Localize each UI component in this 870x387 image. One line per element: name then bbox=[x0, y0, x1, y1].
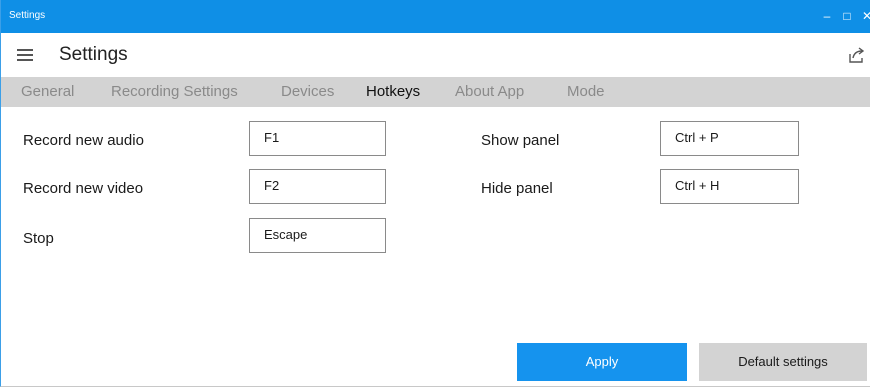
window-title: Settings bbox=[9, 10, 46, 21]
tab-mode[interactable]: Mode bbox=[567, 83, 605, 100]
apply-button[interactable]: Apply bbox=[517, 343, 687, 381]
show-panel-label: Show panel bbox=[481, 132, 560, 149]
tab-hotkeys[interactable]: Hotkeys bbox=[366, 83, 420, 100]
minimize-button[interactable]: – bbox=[819, 8, 835, 24]
default-settings-button[interactable]: Default settings bbox=[699, 343, 867, 381]
close-button[interactable]: ✕ bbox=[859, 8, 870, 24]
tab-general[interactable]: General bbox=[21, 83, 74, 100]
tab-recording-settings[interactable]: Recording Settings bbox=[111, 83, 238, 100]
show-panel-hotkey-input[interactable]: Ctrl + P bbox=[660, 121, 799, 156]
record-video-hotkey-input[interactable]: F2 bbox=[249, 169, 386, 204]
title-bar[interactable]: Settings – □ ✕ bbox=[1, 0, 870, 33]
record-audio-label: Record new audio bbox=[23, 132, 144, 149]
record-video-label: Record new video bbox=[23, 180, 144, 197]
app-header: Settings bbox=[1, 33, 870, 77]
hide-panel-hotkey-input[interactable]: Ctrl + H bbox=[660, 169, 799, 204]
settings-window: Settings – □ ✕ Settings General Recordin… bbox=[0, 0, 870, 387]
stop-hotkey-input[interactable]: Escape bbox=[249, 218, 386, 253]
maximize-button[interactable]: □ bbox=[839, 8, 855, 24]
hamburger-icon[interactable] bbox=[17, 49, 33, 61]
record-audio-hotkey-input[interactable]: F1 bbox=[249, 121, 386, 156]
page-title: Settings bbox=[59, 44, 128, 65]
tab-about-app[interactable]: About App bbox=[455, 83, 524, 100]
share-icon[interactable] bbox=[847, 45, 867, 65]
stop-label: Stop bbox=[23, 230, 54, 247]
hide-panel-label: Hide panel bbox=[481, 180, 553, 197]
tab-bar: General Recording Settings Devices Hotke… bbox=[1, 77, 870, 107]
tab-devices[interactable]: Devices bbox=[281, 83, 334, 100]
